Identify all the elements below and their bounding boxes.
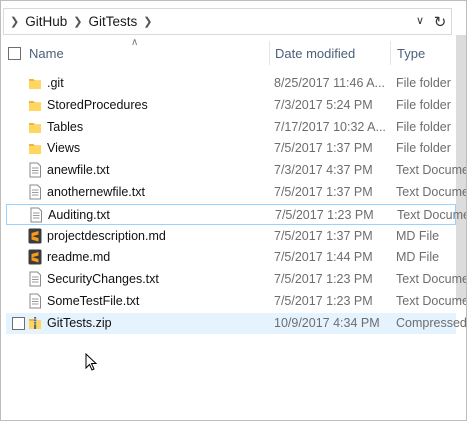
file-type: File folder [396, 97, 451, 112]
breadcrumb-gittests[interactable]: GitTests [88, 14, 137, 29]
date-modified: 7/5/2017 1:44 PM [274, 250, 373, 265]
folder-icon [28, 140, 42, 156]
folder-icon [28, 119, 42, 135]
file-row[interactable]: SomeTestFile.txt 7/5/2017 1:23 PM Text Doc… [6, 291, 466, 312]
select-all-checkbox[interactable] [8, 47, 21, 60]
zip-file-icon [28, 315, 42, 331]
sublime-file-icon [28, 249, 42, 265]
file-row[interactable]: Views 7/5/2017 1:37 PM File folder [6, 138, 456, 159]
date-modified: 7/5/2017 1:23 PM [275, 207, 374, 222]
chevron-right-icon[interactable]: ❯ [73, 15, 82, 28]
address-bar[interactable]: ❯ GitHub ❯ GitTests ❯ ∨ [3, 8, 433, 35]
file-type: Text Docume [396, 294, 467, 308]
file-type: Compressed [396, 315, 467, 330]
file-row[interactable]: StoredProcedures 7/3/2017 5:24 PM File fol… [6, 95, 456, 116]
name-column-header[interactable]: Name [29, 46, 64, 61]
date-modified: 7/5/2017 1:23 PM [274, 294, 373, 308]
file-name: anothernewfile.txt [47, 185, 145, 199]
file-type: MD File [396, 250, 440, 265]
column-divider[interactable] [269, 41, 270, 65]
chevron-right-icon[interactable]: ❯ [10, 15, 19, 28]
file-type: Text Docume [396, 185, 467, 199]
column-divider[interactable] [390, 41, 391, 65]
file-name: readme.md [47, 250, 111, 265]
file-name: Auditing.txt [48, 207, 110, 222]
sort-arrow-icon: ∧ [131, 37, 139, 48]
file-name: .git [47, 76, 64, 90]
file-row[interactable]: projectdescription.md 7/5/2017 1:37 PM MD … [6, 226, 456, 247]
file-name: Tables [47, 119, 84, 134]
chevron-down-icon[interactable]: ∨ [416, 14, 424, 27]
file-type: File folder [396, 141, 451, 156]
text-file-icon [28, 271, 42, 287]
date-modified: 7/5/2017 1:37 PM [274, 141, 373, 156]
file-type: File folder [396, 76, 451, 90]
date-column-header[interactable]: Date modified [275, 46, 355, 61]
file-row[interactable]: SecurityChanges.txt 7/5/2017 1:23 PM Text … [6, 269, 466, 290]
date-modified: 7/3/2017 5:24 PM [274, 97, 373, 112]
file-name: Views [47, 141, 81, 156]
text-file-icon [28, 293, 42, 309]
column-header: ∧ Name Date modified Type [1, 37, 456, 67]
date-modified: 7/17/2017 10:32 A... [274, 119, 386, 134]
file-type: Text Docume [396, 163, 467, 178]
file-row[interactable]: Tables 7/17/2017 10:32 A... File folder [6, 117, 456, 138]
row-checkbox[interactable] [12, 316, 25, 330]
file-type: Text Docume [397, 207, 467, 222]
file-name: StoredProcedures [47, 97, 148, 112]
file-row[interactable]: readme.md 7/5/2017 1:44 PM MD File [6, 247, 456, 268]
file-row[interactable]: GitTests.zip 10/9/2017 4:34 PM Compressed [6, 312, 466, 334]
file-row[interactable]: anothernewfile.txt 7/5/2017 1:37 PM Text D… [6, 182, 466, 203]
date-modified: 10/9/2017 4:34 PM [274, 315, 380, 330]
file-row[interactable]: anewfile.txt 7/3/2017 4:37 PM Text Docume [6, 160, 466, 181]
date-modified: 7/5/2017 1:23 PM [274, 272, 373, 287]
file-name: anewfile.txt [47, 163, 110, 178]
date-modified: 8/25/2017 11:46 A... [274, 76, 385, 90]
breadcrumb-github[interactable]: GitHub [25, 14, 67, 29]
text-file-icon [28, 184, 42, 200]
file-type: Text Docume [396, 272, 467, 287]
folder-icon [28, 75, 42, 91]
refresh-button[interactable]: ↻ [429, 8, 452, 35]
file-name: SecurityChanges.txt [47, 272, 159, 287]
file-name: projectdescription.md [47, 228, 166, 243]
file-name: SomeTestFile.txt [47, 294, 140, 308]
chevron-right-icon[interactable]: ❯ [143, 15, 152, 28]
mouse-cursor-icon [85, 353, 98, 371]
date-modified: 7/5/2017 1:37 PM [274, 185, 373, 199]
folder-icon [28, 97, 42, 113]
text-file-icon [28, 162, 42, 178]
refresh-icon: ↻ [433, 13, 447, 31]
sublime-file-icon [28, 228, 42, 244]
file-name: GitTests.zip [47, 315, 112, 330]
date-modified: 7/3/2017 4:37 PM [274, 163, 373, 178]
date-modified: 7/5/2017 1:37 PM [274, 228, 373, 243]
file-row[interactable]: Auditing.txt 7/5/2017 1:23 PM Text Docume [6, 203, 466, 225]
file-type: MD File [396, 228, 440, 243]
file-explorer-window: ❯ GitHub ❯ GitTests ❯ ∨ ↻ ∧ Name Date mo… [0, 0, 467, 421]
file-row[interactable]: .git 8/25/2017 11:46 A... File folder [6, 73, 456, 94]
text-file-icon [29, 207, 43, 223]
file-type: File folder [396, 119, 451, 134]
type-column-header[interactable]: Type [397, 46, 425, 61]
